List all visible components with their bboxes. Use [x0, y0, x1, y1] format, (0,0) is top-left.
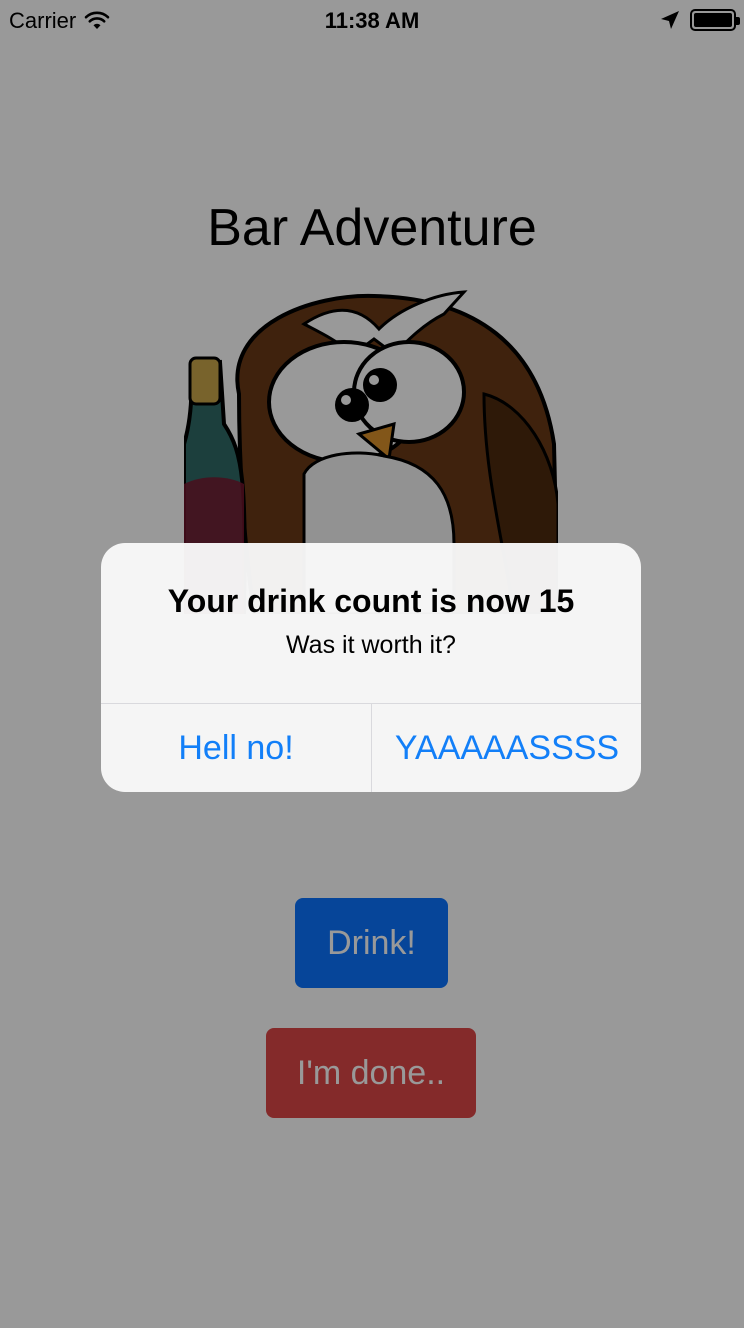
alert-title: Your drink count is now 15 [167, 583, 575, 619]
alert-message: Was it worth it? [286, 631, 456, 659]
alert-action-yes[interactable]: YAAAAASSSS [372, 704, 641, 792]
alert-dialog: Your drink count is now 15 Was it worth … [101, 543, 641, 792]
alert-action-hell-no[interactable]: Hell no! [101, 704, 371, 792]
